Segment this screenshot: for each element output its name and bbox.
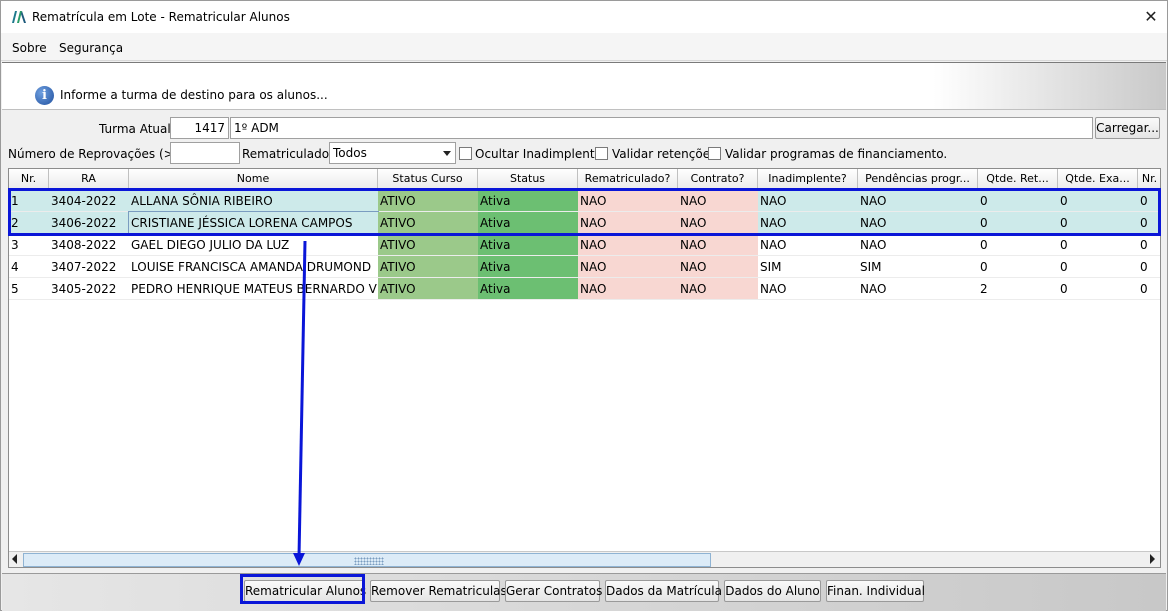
validar-retencoes-checkbox[interactable] — [595, 147, 608, 160]
rematriculados-label: Rematriculados: — [242, 147, 340, 161]
menu-seguranca[interactable]: Segurança — [59, 41, 123, 55]
cell-status: Ativa — [478, 256, 578, 278]
cell-ra: 3405-2022 — [49, 278, 129, 300]
cell-ra: 3407-2022 — [49, 256, 129, 278]
col-contrato[interactable]: Contrato? — [678, 169, 758, 189]
validar-financiamento-label: Validar programas de financiamento. — [725, 147, 948, 161]
title-bar: Rematrícula em Lote - Rematricular Aluno… — [1, 1, 1167, 33]
col-qtde-exa[interactable]: Qtde. Exa... — [1058, 169, 1138, 189]
turma-code-field[interactable]: 1417 — [170, 117, 229, 139]
cell-status: Ativa — [478, 278, 578, 300]
ocultar-inadimplentes-label: Ocultar Inadimplentes — [475, 147, 609, 161]
close-icon: ✕ — [1144, 7, 1158, 26]
cell-pendencias: NAO — [858, 234, 978, 256]
col-nr[interactable]: Nr. — [9, 169, 49, 189]
remover-rematriculas-button[interactable]: Remover Rematriculas — [370, 580, 507, 602]
cell-nome: PEDRO HENRIQUE MATEUS BERNARDO VIA... — [129, 278, 378, 300]
action-bar: Rematricular Alunos Remover Rematriculas… — [2, 573, 1166, 611]
table-row[interactable]: 5 3405-2022 PEDRO HENRIQUE MATEUS BERNARDO… — [9, 278, 1160, 300]
cell-qtde-exa: 0 — [1058, 256, 1138, 278]
cell-nr-2: 0 — [1138, 256, 1160, 278]
cell-contrato: NAO — [678, 256, 758, 278]
col-nome[interactable]: Nome — [129, 169, 378, 189]
app-logo-icon — [12, 11, 26, 23]
horizontal-scrollbar[interactable] — [9, 551, 1160, 567]
cell-inadimplente: SIM — [758, 256, 858, 278]
cell-qtde-exa: 0 — [1058, 234, 1138, 256]
cell-rematriculado: NAO — [578, 256, 678, 278]
validar-retencoes-label: Validar retenções. — [612, 147, 721, 161]
table-header: Nr. RA Nome Status Curso Status Rematric… — [9, 169, 1160, 189]
cell-status: Ativa — [478, 234, 578, 256]
col-status[interactable]: Status — [478, 169, 578, 189]
col-inadimplente[interactable]: Inadimplente? — [758, 169, 858, 189]
cell-qtde-ret: 0 — [978, 256, 1058, 278]
col-rematriculado[interactable]: Rematriculado? — [578, 169, 678, 189]
col-status-curso[interactable]: Status Curso — [378, 169, 478, 189]
cell-nome: LOUISE FRANCISCA AMANDA DRUMOND — [129, 256, 378, 278]
cell-inadimplente: NAO — [758, 278, 858, 300]
app-window: Rematrícula em Lote - Rematricular Aluno… — [0, 0, 1168, 611]
window-title: Rematrícula em Lote - Rematricular Aluno… — [32, 10, 290, 24]
cell-rematriculado: NAO — [578, 234, 678, 256]
rematriculados-select[interactable]: Todos — [329, 142, 456, 164]
grip-icon — [354, 557, 384, 565]
validar-financiamento-checkbox[interactable] — [708, 147, 721, 160]
cell-nr: 3 — [9, 234, 49, 256]
col-pendencias[interactable]: Pendências progr... — [858, 169, 978, 189]
cell-qtde-exa: 0 — [1058, 278, 1138, 300]
menu-bar: Sobre Segurança — [1, 33, 1167, 61]
reprovacoes-field[interactable] — [170, 142, 240, 164]
scrollbar-thumb[interactable] — [23, 553, 711, 567]
cell-contrato: NAO — [678, 278, 758, 300]
ocultar-inadimplentes-checkbox[interactable] — [459, 147, 472, 160]
cell-inadimplente: NAO — [758, 234, 858, 256]
cell-status-curso: ATIVO — [378, 278, 478, 300]
cell-rematriculado: NAO — [578, 278, 678, 300]
reprovacoes-label: Número de Reprovações (>=): — [8, 147, 193, 161]
scroll-right-icon[interactable] — [1150, 554, 1155, 564]
rematricular-button-highlight — [240, 574, 365, 604]
cell-status-curso: ATIVO — [378, 234, 478, 256]
cell-nr-2: 0 — [1138, 278, 1160, 300]
col-qtde-ret[interactable]: Qtde. Ret... — [978, 169, 1058, 189]
cell-ra: 3408-2022 — [49, 234, 129, 256]
cell-nr-2: 0 — [1138, 234, 1160, 256]
carregar-button[interactable]: Carregar... — [1095, 117, 1160, 139]
menu-sobre[interactable]: Sobre — [12, 41, 47, 55]
gerar-contratos-button[interactable]: Gerar Contratos — [505, 580, 602, 602]
finan-individual-button[interactable]: Finan. Individual — [826, 580, 925, 602]
cell-nr: 5 — [9, 278, 49, 300]
col-ra[interactable]: RA — [49, 169, 129, 189]
cell-qtde-ret: 0 — [978, 234, 1058, 256]
col-nr-2[interactable]: Nr. — [1138, 169, 1160, 189]
dados-matricula-button[interactable]: Dados da Matrícula — [605, 580, 722, 602]
turma-atual-label: Turma Atual: — [99, 122, 175, 136]
cell-qtde-ret: 2 — [978, 278, 1058, 300]
rematriculados-value: Todos — [333, 146, 367, 160]
chevron-down-icon — [443, 151, 451, 156]
table-row[interactable]: 4 3407-2022 LOUISE FRANCISCA AMANDA DRUMON… — [9, 256, 1160, 278]
cell-pendencias: SIM — [858, 256, 978, 278]
turma-name-field[interactable]: 1º ADM — [230, 117, 1093, 139]
info-banner: i Informe a turma de destino para os alu… — [2, 62, 1166, 110]
info-icon: i — [35, 86, 54, 105]
cell-pendencias: NAO — [858, 278, 978, 300]
close-button[interactable]: ✕ — [1139, 5, 1163, 29]
cell-nome: GAEL DIEGO JULIO DA LUZ — [129, 234, 378, 256]
dados-aluno-button[interactable]: Dados do Aluno — [724, 580, 821, 602]
scroll-left-icon[interactable] — [12, 554, 17, 564]
table-row[interactable]: 3 3408-2022 GAEL DIEGO JULIO DA LUZ ATIVO At… — [9, 234, 1160, 256]
cell-nr: 4 — [9, 256, 49, 278]
info-message: Informe a turma de destino para os aluno… — [60, 88, 328, 102]
cell-contrato: NAO — [678, 234, 758, 256]
selected-rows-highlight — [8, 188, 1161, 236]
cell-status-curso: ATIVO — [378, 256, 478, 278]
